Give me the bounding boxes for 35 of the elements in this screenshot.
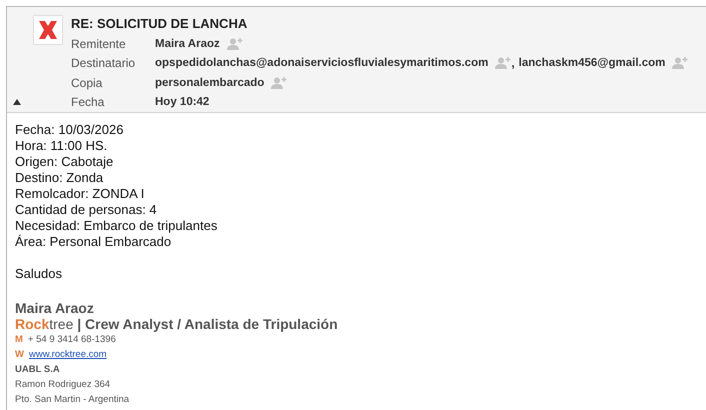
app-logo [33, 15, 63, 45]
field-label: Fecha [71, 95, 106, 110]
closing-text: Saludos [15, 266, 63, 282]
signature-title: Rocktree | Crew Analyst / Analista de Tripulación [15, 316, 339, 332]
body-text: Fecha: 10/03/2026 [15, 122, 124, 138]
field-label: Destinatario [71, 56, 136, 70]
contact-name[interactable]: lanchaskm456@gmail.com [518, 57, 666, 70]
address-line: Ramon Rodriguez 364 [15, 378, 112, 392]
body-text: Cantidad de personas: 4 [15, 202, 158, 218]
website-link[interactable]: www.rocktree.com [28, 347, 107, 362]
contact-name[interactable]: Maira Araoz [155, 38, 220, 50]
phone-number: + 54 9 3414 68-1396 [28, 333, 116, 347]
date-value: Hoy 10:42 [155, 96, 210, 108]
field-label: Copia [71, 76, 104, 90]
company-name: UABL S.A [15, 363, 61, 377]
contact-key: W [15, 347, 24, 362]
body-text: Necesidad: Embarco de tripulantes [15, 218, 218, 234]
contact-key: M [15, 332, 23, 347]
separator: , [511, 56, 515, 70]
add-contact-icon[interactable] [271, 76, 288, 89]
body-text: Destino: Zonda [15, 170, 104, 186]
address-line: Pto. San Martin - Argentina [15, 393, 130, 407]
body-text: Hora: 11:00 HS. [15, 138, 108, 154]
body-text: Área: Personal Embarcado [15, 234, 172, 250]
add-contact-icon[interactable] [495, 57, 512, 70]
contact-name[interactable]: opspedidolanchas@adonaiserviciosfluvialesymaritimos.com [155, 57, 488, 70]
contact-name[interactable]: personalembarcado [155, 76, 264, 89]
email-subject: RE: SOLICITUD DE LANCHA [71, 15, 248, 33]
add-contact-icon[interactable] [672, 57, 688, 70]
add-contact-icon[interactable] [226, 38, 243, 50]
body-text: Origen: Cabotaje [15, 154, 114, 170]
collapse-icon[interactable] [13, 99, 21, 105]
signature-name: Maira Araoz [15, 300, 95, 316]
body-text: Remolcador: ZONDA I [15, 186, 146, 202]
field-label: Remitente [71, 36, 127, 51]
